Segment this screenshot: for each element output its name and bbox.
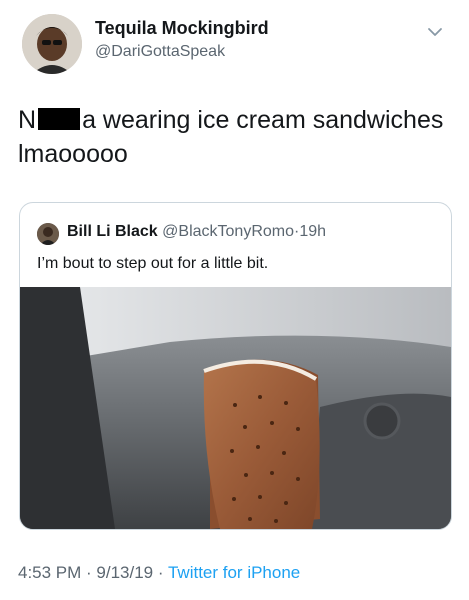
quoted-age: 19h — [299, 223, 327, 240]
tweet-text-start: N — [18, 106, 37, 134]
tweet-text-rest: a wearing ice cream sandwiches lmaooooo — [18, 106, 444, 168]
meta-separator-2: · — [153, 563, 168, 582]
tweet-source-link[interactable]: Twitter for iPhone — [168, 563, 300, 582]
quoted-avatar — [37, 223, 59, 245]
tweet-card: Tequila Mockingbird @DariGottaSpeak Na w… — [0, 0, 469, 600]
quoted-avatar-photo — [37, 223, 59, 245]
tweet-meta: 4:53 PM · 9/13/19 · Twitter for iPhone — [18, 563, 300, 583]
user-handle[interactable]: @DariGottaSpeak — [95, 43, 225, 61]
quoted-tweet[interactable]: Bill Li Black @BlackTonyRomo·19h I’m bou… — [19, 202, 452, 530]
avatar-photo — [22, 14, 82, 74]
redaction-block — [38, 108, 81, 130]
quoted-text: I’m bout to step out for a little bit. — [37, 255, 269, 272]
tweet-text: Na wearing ice cream sandwiches lmaooooo — [18, 103, 458, 171]
quoted-display-name: Bill Li Black — [67, 223, 158, 240]
quoted-header: Bill Li Black @BlackTonyRomo·19h — [67, 223, 326, 241]
user-avatar[interactable] — [22, 14, 82, 74]
quoted-media-photo[interactable] — [20, 287, 451, 529]
display-name[interactable]: Tequila Mockingbird — [95, 18, 269, 39]
chevron-down-icon[interactable] — [427, 24, 443, 40]
meta-separator: · — [81, 563, 97, 582]
quoted-handle: @BlackTonyRomo — [162, 223, 294, 240]
tweet-date[interactable]: 9/13/19 — [96, 563, 153, 582]
tweet-time[interactable]: 4:53 PM — [18, 563, 81, 582]
